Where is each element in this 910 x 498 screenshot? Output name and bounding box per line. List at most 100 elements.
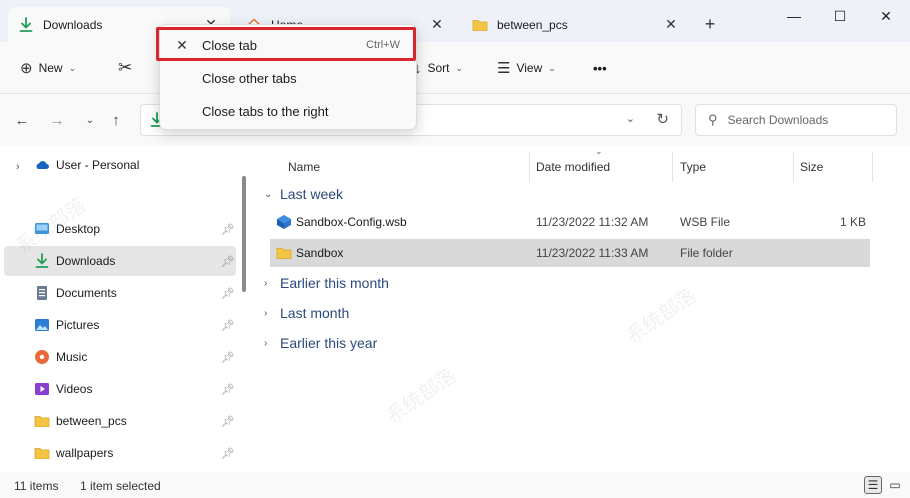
group-earlier-this-month[interactable]: › Earlier this month — [264, 271, 389, 295]
pin-icon: 📌︎ — [221, 319, 235, 332]
refresh-icon[interactable]: ↻ — [656, 110, 669, 128]
chevron-right-icon: › — [264, 277, 268, 289]
selection-count: 1 item selected — [80, 479, 161, 493]
file-list: Name Date modified ⌄ Type Size ⌄ Last we… — [250, 146, 910, 472]
details-view-icon[interactable]: ☰ — [864, 476, 882, 494]
sidebar-scrollbar[interactable] — [242, 176, 246, 292]
group-last-month[interactable]: › Last month — [264, 301, 349, 325]
column-header-name[interactable]: Name — [288, 152, 320, 182]
sidebar-item-documents[interactable]: Documents 📌︎ — [4, 278, 236, 308]
group-last-week[interactable]: ⌄ Last week — [264, 182, 343, 206]
folder-icon — [34, 448, 50, 459]
up-button[interactable]: ↑ — [104, 110, 128, 132]
sidebar-item-downloads[interactable]: Downloads 📌︎ — [4, 246, 236, 276]
tab-between-pcs[interactable]: between_pcs ✕ — [462, 7, 690, 42]
sidebar-item-label: Desktop — [56, 222, 101, 236]
music-icon — [35, 350, 49, 364]
view-button[interactable]: ☰ View ⌄ — [497, 56, 556, 80]
download-icon — [35, 253, 49, 268]
sidebar-item-wallpapers[interactable]: wallpapers 📌︎ — [4, 438, 236, 468]
view-label: View — [516, 61, 543, 75]
column-divider[interactable] — [529, 152, 530, 182]
sidebar-item-label: between_pcs — [56, 414, 127, 428]
column-header-type[interactable]: Type — [680, 152, 706, 182]
sidebar-item-label: Videos — [56, 382, 93, 396]
minimize-button[interactable]: — — [772, 6, 816, 26]
pin-icon: 📌︎ — [221, 255, 235, 268]
sort-button[interactable]: ↓ Sort ⌄ — [414, 56, 463, 80]
sidebar-item-label: Documents — [56, 286, 117, 300]
folder-icon — [276, 248, 292, 259]
close-tab-icon[interactable]: ✕ — [428, 16, 446, 33]
highlight-annotation — [156, 27, 416, 61]
new-tab-button[interactable]: + — [700, 13, 720, 35]
title-bar: Downloads ✕ Home ✕ between_pcs ✕ + — ☐ ✕ — [0, 0, 910, 42]
file-type: WSB File — [680, 215, 731, 229]
address-row: ← → ⌄ ↑ ⌄ ↻ ⚲ — [0, 94, 910, 146]
folder-icon — [34, 416, 50, 427]
sidebar-item-videos[interactable]: Videos 📌︎ — [4, 374, 236, 404]
sidebar-item-pictures[interactable]: Pictures 📌︎ — [4, 310, 236, 340]
desktop-icon — [35, 223, 49, 234]
sidebar-item-label: User - Personal — [56, 158, 140, 172]
file-name: Sandbox-Config.wsb — [296, 215, 407, 229]
close-tab-icon[interactable]: ✕ — [662, 16, 680, 33]
chevron-down-icon: ⌄ — [455, 62, 464, 73]
menu-item-close-other-tabs[interactable]: Close other tabs — [164, 63, 412, 93]
pin-icon: 📌︎ — [221, 351, 235, 364]
column-divider[interactable] — [872, 152, 873, 182]
tiles-view-icon[interactable]: ▭ — [886, 476, 904, 494]
pin-icon: 📌︎ — [221, 415, 235, 428]
file-name: Sandbox — [296, 246, 344, 260]
cut-button[interactable]: ✂ — [118, 56, 138, 80]
command-bar: ⊕ New ⌄ ✂ ↓ Sort ⌄ ☰ View ⌄ ••• — [0, 42, 910, 94]
back-button[interactable]: ← — [10, 110, 34, 132]
new-button[interactable]: ⊕ New ⌄ — [20, 56, 76, 80]
pin-icon: 📌︎ — [221, 447, 235, 460]
new-label: New — [38, 61, 63, 75]
download-icon — [19, 16, 33, 32]
search-icon: ⚲ — [708, 112, 718, 127]
group-earlier-this-year[interactable]: › Earlier this year — [264, 331, 377, 355]
menu-item-close-tabs-right[interactable]: Close tabs to the right — [164, 96, 412, 126]
group-label: Earlier this month — [280, 275, 389, 291]
sandbox-config-icon — [277, 215, 291, 229]
sidebar-item-user-personal[interactable]: › User - Personal — [4, 150, 236, 180]
view-icon: ☰ — [497, 60, 511, 77]
close-window-button[interactable]: ✕ — [864, 6, 908, 26]
plus-circle-icon: ⊕ — [20, 60, 33, 77]
search-box[interactable]: ⚲ — [695, 104, 897, 136]
group-label: Earlier this year — [280, 335, 378, 351]
chevron-down-icon[interactable]: ⌄ — [626, 112, 635, 125]
file-type: File folder — [680, 246, 733, 260]
column-header-size[interactable]: Size — [800, 152, 823, 182]
column-divider[interactable] — [793, 152, 794, 182]
forward-button[interactable]: → — [45, 110, 69, 132]
chevron-right-icon[interactable]: › — [16, 161, 20, 173]
file-row[interactable]: Sandbox 11/23/2022 11:33 AM File folder — [270, 239, 870, 267]
chevron-down-icon: ⌄ — [548, 62, 556, 73]
sidebar-item-label: wallpapers — [56, 446, 114, 460]
item-count: 11 items — [14, 479, 59, 493]
menu-item-label: Close tabs to the right — [202, 103, 329, 119]
file-row[interactable]: Sandbox-Config.wsb 11/23/2022 11:32 AM W… — [270, 208, 870, 236]
sidebar-item-label: Pictures — [56, 318, 100, 332]
sort-label: Sort — [427, 61, 450, 75]
column-divider[interactable] — [672, 152, 673, 182]
chevron-down-icon: ⌄ — [68, 62, 77, 73]
sort-caret-icon: ⌄ — [595, 146, 603, 156]
sidebar-item-between-pcs[interactable]: between_pcs 📌︎ — [4, 406, 236, 436]
menu-item-label: Close other tabs — [202, 70, 297, 86]
search-input[interactable] — [727, 113, 878, 127]
more-options-button[interactable]: ••• — [593, 56, 607, 80]
maximize-button[interactable]: ☐ — [818, 6, 862, 26]
pin-icon: 📌︎ — [221, 287, 235, 300]
videos-icon — [35, 383, 49, 395]
documents-icon — [37, 286, 47, 300]
recent-locations-button[interactable]: ⌄ — [78, 110, 102, 132]
folder-icon — [472, 19, 488, 31]
file-date: 11/23/2022 11:33 AM — [536, 246, 649, 260]
sidebar-item-music[interactable]: Music 📌︎ — [4, 342, 236, 372]
sidebar-item-desktop[interactable]: Desktop 📌︎ — [4, 214, 236, 244]
chevron-right-icon: › — [264, 307, 268, 319]
